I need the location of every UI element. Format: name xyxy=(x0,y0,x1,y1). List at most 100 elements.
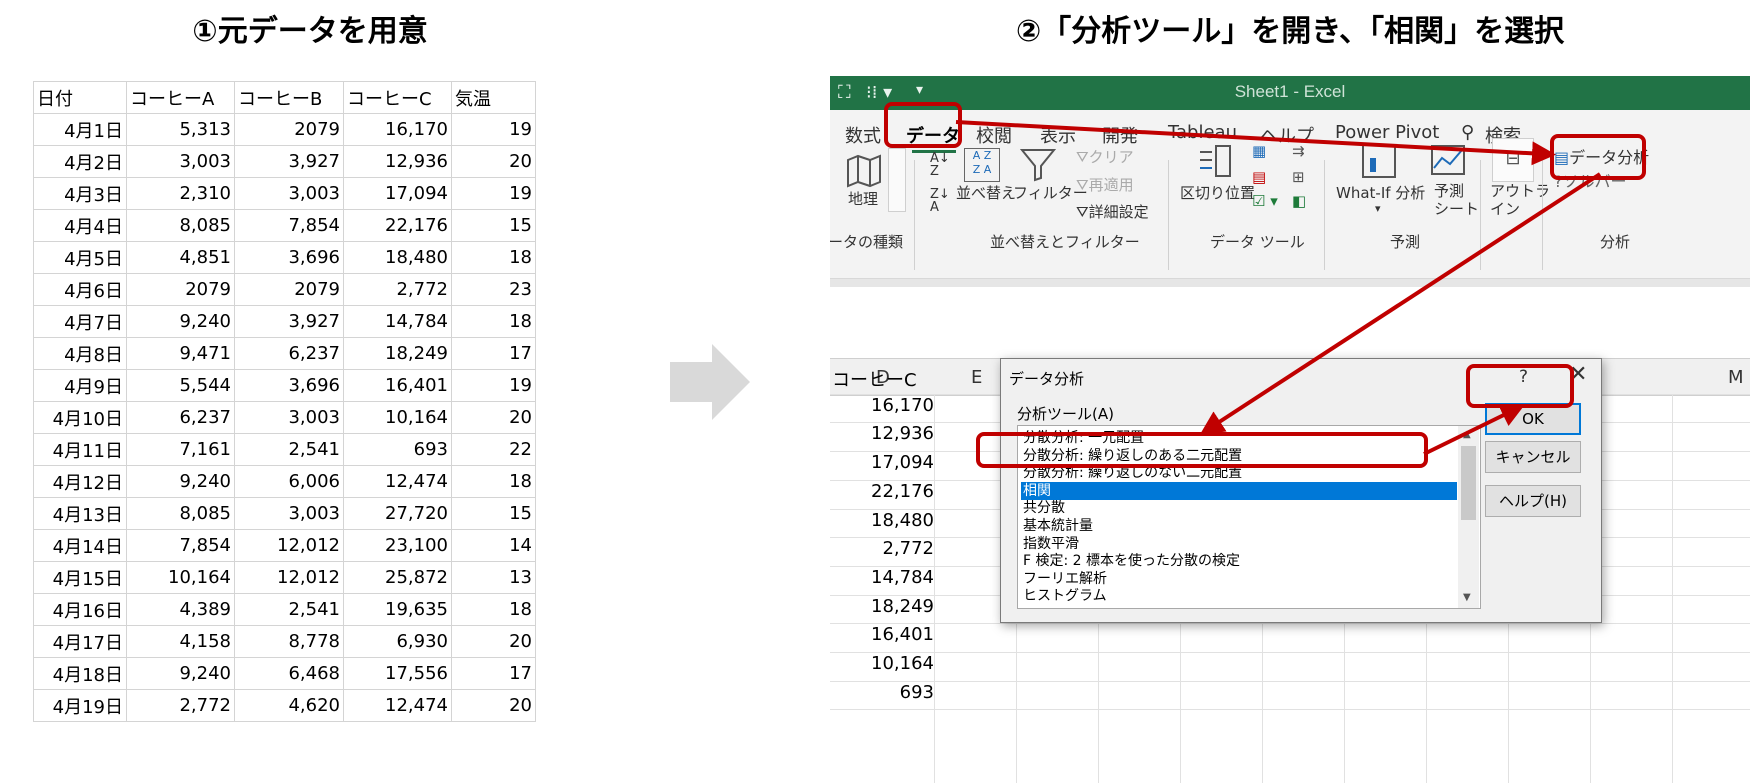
table-cell[interactable]: 7,161 xyxy=(126,433,235,466)
table-cell[interactable]: 18 xyxy=(451,465,536,498)
table-cell[interactable]: 23,100 xyxy=(343,529,452,562)
table-cell[interactable]: 2,541 xyxy=(234,433,344,466)
table-cell[interactable]: 8,778 xyxy=(234,625,344,658)
table-cell[interactable]: 6,468 xyxy=(234,657,344,690)
table-cell[interactable]: 18 xyxy=(451,241,536,274)
table-cell[interactable]: 20 xyxy=(451,689,536,722)
table-cell[interactable]: 18 xyxy=(451,305,536,338)
table-cell[interactable]: 19 xyxy=(451,177,536,210)
header-cell[interactable]: 気温 xyxy=(451,81,536,114)
table-cell[interactable]: 4月4日 xyxy=(33,209,127,242)
table-cell[interactable]: 4月3日 xyxy=(33,177,127,210)
table-cell[interactable]: 7,854 xyxy=(234,209,344,242)
table-cell[interactable]: 4月9日 xyxy=(33,369,127,402)
table-cell[interactable]: 17,556 xyxy=(343,657,452,690)
table-cell[interactable]: 8,085 xyxy=(126,209,235,242)
table-cell[interactable]: 22 xyxy=(451,433,536,466)
table-cell[interactable]: 2,541 xyxy=(234,593,344,626)
table-cell[interactable]: 3,003 xyxy=(234,401,344,434)
table-cell[interactable]: 4月8日 xyxy=(33,337,127,370)
table-cell[interactable]: 15 xyxy=(451,209,536,242)
table-cell[interactable]: 16,170 xyxy=(343,113,452,146)
table-cell[interactable]: 3,003 xyxy=(126,145,235,178)
table-cell[interactable]: 15 xyxy=(451,497,536,530)
table-cell[interactable]: 20 xyxy=(451,401,536,434)
table-cell[interactable]: 6,237 xyxy=(126,401,235,434)
table-cell[interactable]: 22,176 xyxy=(343,209,452,242)
table-cell[interactable]: 16,401 xyxy=(343,369,452,402)
table-cell[interactable]: 4月1日 xyxy=(33,113,127,146)
table-cell[interactable]: 4,158 xyxy=(126,625,235,658)
table-cell[interactable]: 4,620 xyxy=(234,689,344,722)
table-cell[interactable]: 19 xyxy=(451,113,536,146)
table-cell[interactable]: 12,012 xyxy=(234,561,344,594)
table-cell[interactable]: 17,094 xyxy=(343,177,452,210)
table-cell[interactable]: 4,851 xyxy=(126,241,235,274)
table-cell[interactable]: 4月14日 xyxy=(33,529,127,562)
table-cell[interactable]: 2,772 xyxy=(343,273,452,306)
table-cell[interactable]: 17 xyxy=(451,337,536,370)
table-cell[interactable]: 14 xyxy=(451,529,536,562)
table-cell[interactable]: 23 xyxy=(451,273,536,306)
table-cell[interactable]: 9,471 xyxy=(126,337,235,370)
table-cell[interactable]: 4,389 xyxy=(126,593,235,626)
header-cell[interactable]: コーヒーA xyxy=(126,81,235,114)
table-cell[interactable]: 3,696 xyxy=(234,369,344,402)
header-cell[interactable]: 日付 xyxy=(33,81,127,114)
table-cell[interactable]: 4月7日 xyxy=(33,305,127,338)
table-cell[interactable]: 4月19日 xyxy=(33,689,127,722)
table-cell[interactable]: 2079 xyxy=(234,113,344,146)
header-cell[interactable]: コーヒーC xyxy=(343,81,452,114)
table-cell[interactable]: 12,012 xyxy=(234,529,344,562)
table-cell[interactable]: 12,936 xyxy=(343,145,452,178)
table-cell[interactable]: 20 xyxy=(451,625,536,658)
table-cell[interactable]: 2,772 xyxy=(126,689,235,722)
table-cell[interactable]: 3,927 xyxy=(234,305,344,338)
table-cell[interactable]: 12,474 xyxy=(343,465,452,498)
table-cell[interactable]: 4月18日 xyxy=(33,657,127,690)
table-cell[interactable]: 4月2日 xyxy=(33,145,127,178)
table-cell[interactable]: 14,784 xyxy=(343,305,452,338)
table-cell[interactable]: 4月16日 xyxy=(33,593,127,626)
table-cell[interactable]: 8,085 xyxy=(126,497,235,530)
table-cell[interactable]: 5,313 xyxy=(126,113,235,146)
table-cell[interactable]: 693 xyxy=(343,433,452,466)
table-cell[interactable]: 12,474 xyxy=(343,689,452,722)
table-cell[interactable]: 2,310 xyxy=(126,177,235,210)
table-cell[interactable]: 2079 xyxy=(234,273,344,306)
table-cell[interactable]: 7,854 xyxy=(126,529,235,562)
table-cell[interactable]: 3,927 xyxy=(234,145,344,178)
table-cell[interactable]: 9,240 xyxy=(126,305,235,338)
table-cell[interactable]: 4月10日 xyxy=(33,401,127,434)
table-cell[interactable]: 18 xyxy=(451,593,536,626)
table-cell[interactable]: 20 xyxy=(451,145,536,178)
table-cell[interactable]: 4月6日 xyxy=(33,273,127,306)
table-cell[interactable]: 6,006 xyxy=(234,465,344,498)
table-cell[interactable]: 5,544 xyxy=(126,369,235,402)
table-cell[interactable]: 27,720 xyxy=(343,497,452,530)
table-cell[interactable]: 4月17日 xyxy=(33,625,127,658)
table-cell[interactable]: 6,237 xyxy=(234,337,344,370)
table-cell[interactable]: 18,480 xyxy=(343,241,452,274)
table-cell[interactable]: 4月15日 xyxy=(33,561,127,594)
table-cell[interactable]: 9,240 xyxy=(126,465,235,498)
table-cell[interactable]: 4月11日 xyxy=(33,433,127,466)
table-cell[interactable]: 19,635 xyxy=(343,593,452,626)
table-cell[interactable]: 17 xyxy=(451,657,536,690)
table-cell[interactable]: 10,164 xyxy=(343,401,452,434)
table-cell[interactable]: 6,930 xyxy=(343,625,452,658)
table-cell[interactable]: 3,696 xyxy=(234,241,344,274)
table-cell[interactable]: 10,164 xyxy=(126,561,235,594)
table-cell[interactable]: 18,249 xyxy=(343,337,452,370)
table-cell[interactable]: 13 xyxy=(451,561,536,594)
table-cell[interactable]: 9,240 xyxy=(126,657,235,690)
table-cell[interactable]: 4月5日 xyxy=(33,241,127,274)
header-cell[interactable]: コーヒーB xyxy=(234,81,344,114)
table-cell[interactable]: 25,872 xyxy=(343,561,452,594)
table-cell[interactable]: 2079 xyxy=(126,273,235,306)
table-cell[interactable]: 19 xyxy=(451,369,536,402)
table-cell[interactable]: 4月13日 xyxy=(33,497,127,530)
table-cell[interactable]: 3,003 xyxy=(234,177,344,210)
table-cell[interactable]: 3,003 xyxy=(234,497,344,530)
table-cell[interactable]: 4月12日 xyxy=(33,465,127,498)
